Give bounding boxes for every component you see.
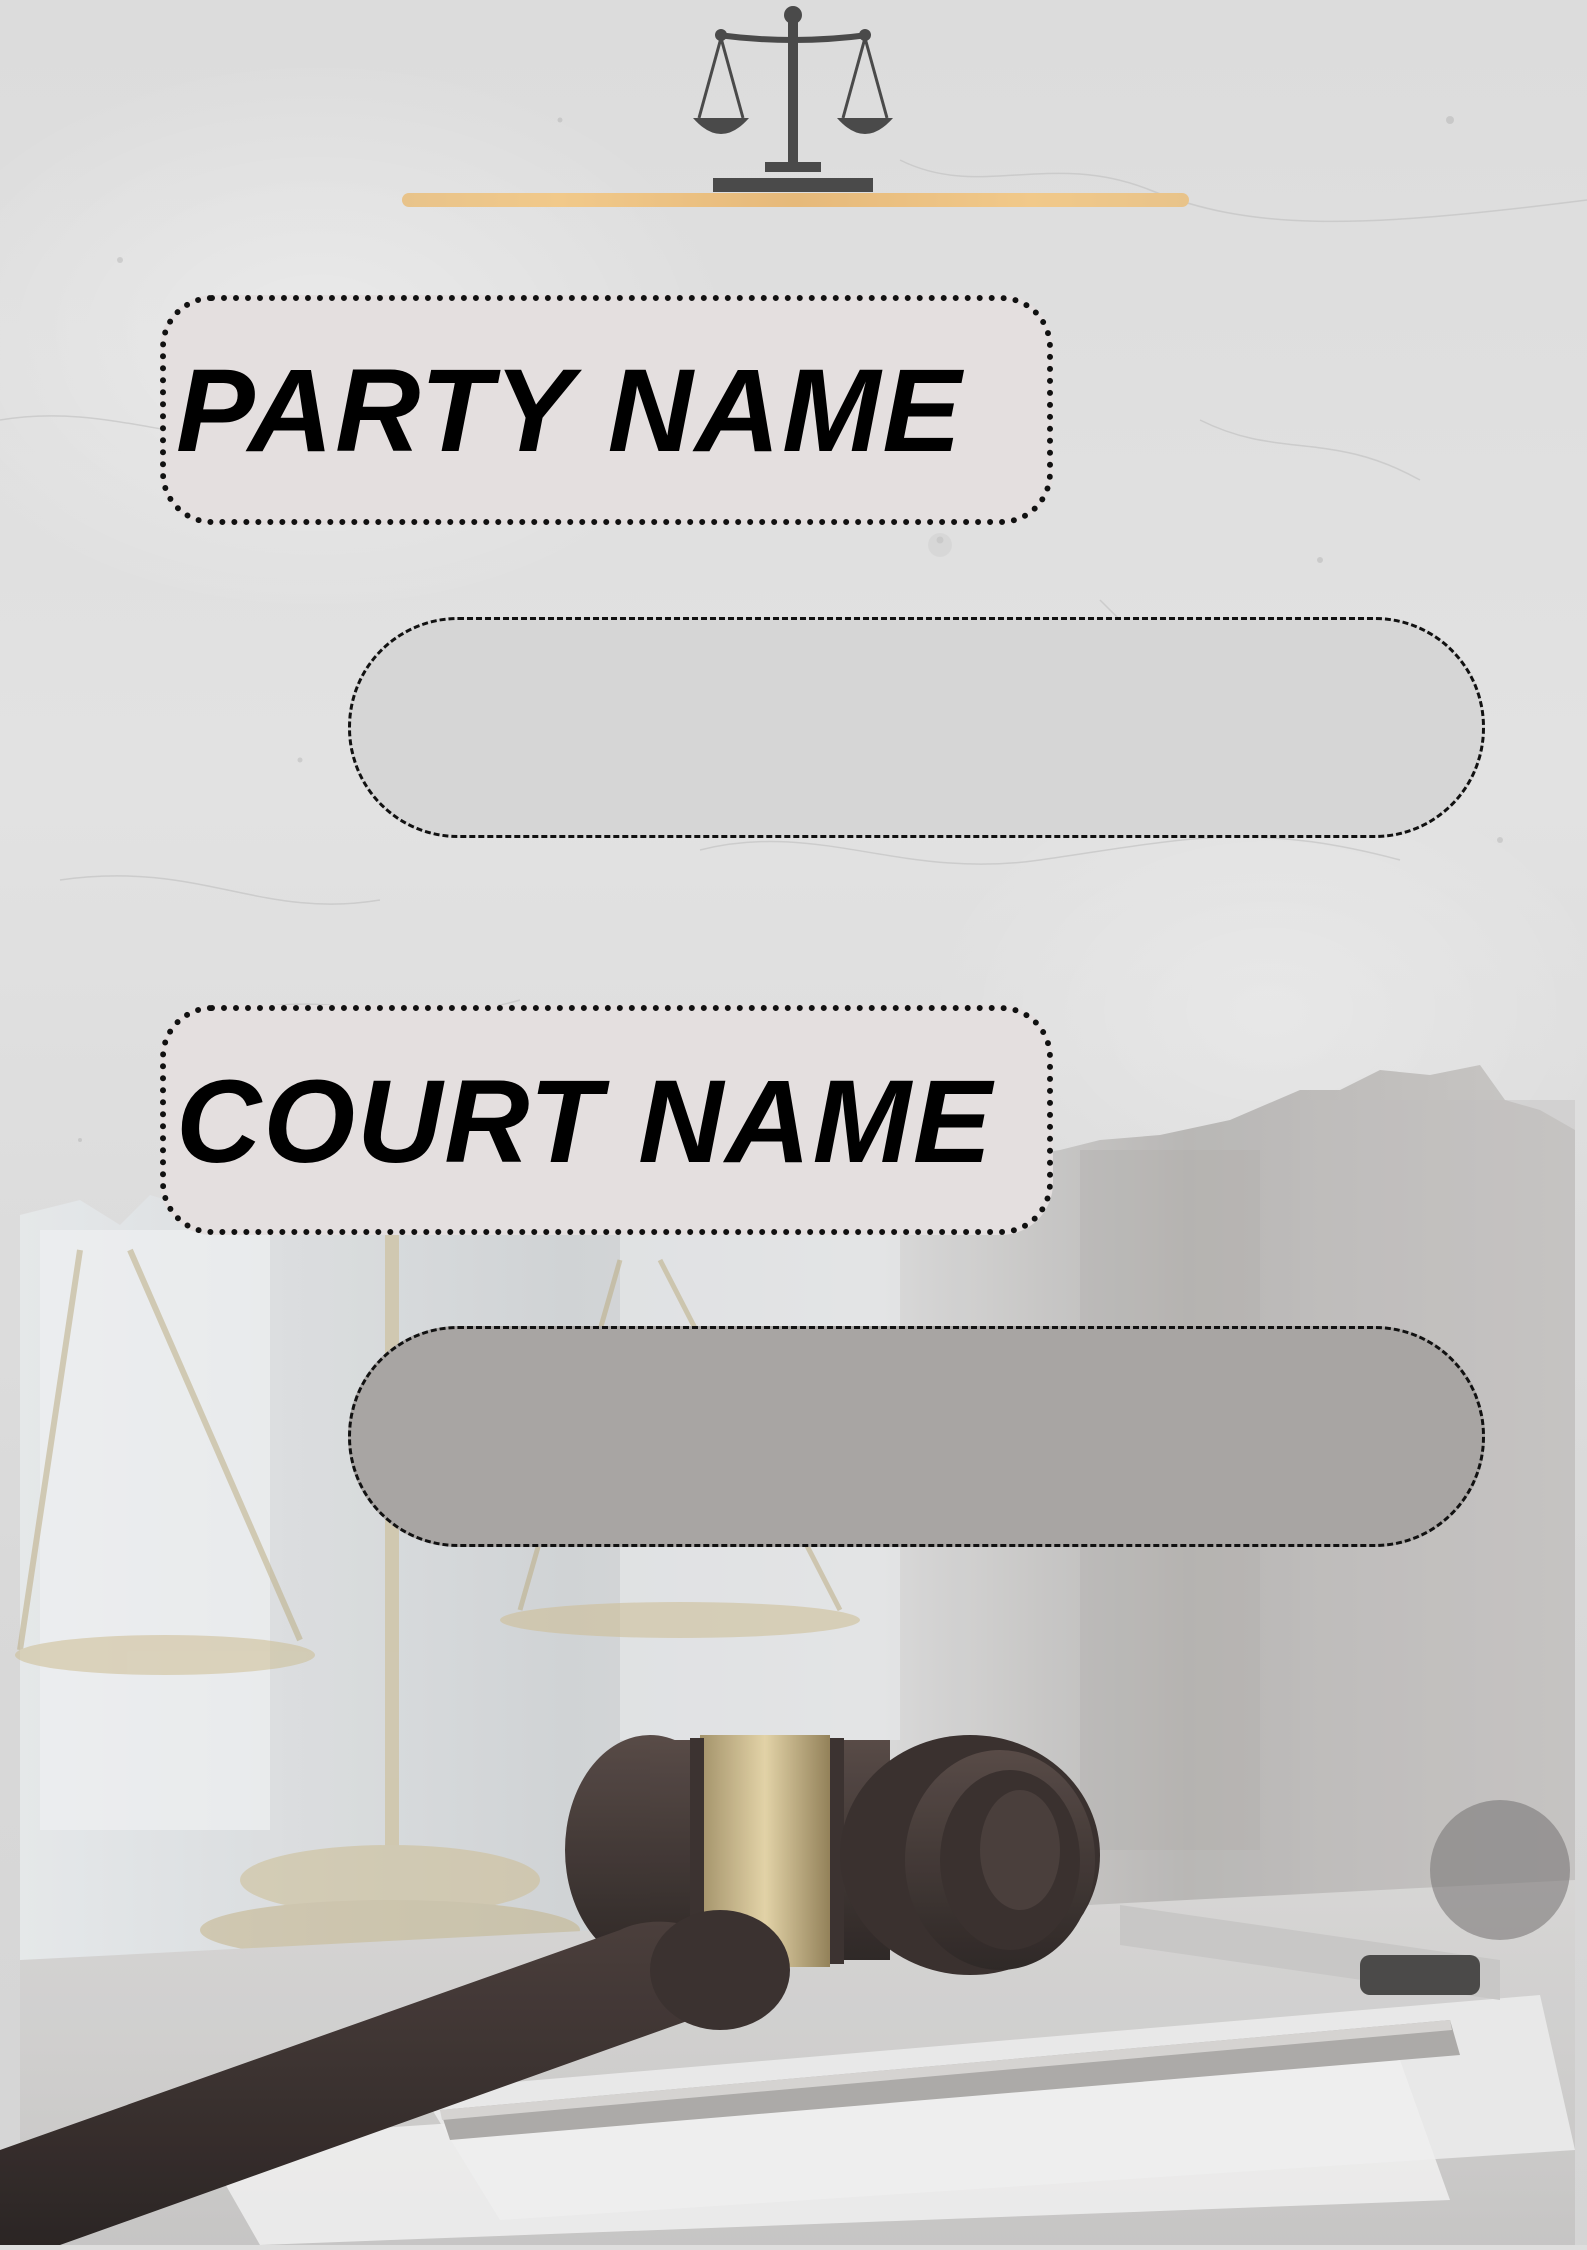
party-name-field[interactable] [348, 617, 1485, 838]
party-name-label: PARTY NAME [176, 345, 964, 477]
scales-of-justice-icon [693, 0, 893, 196]
court-name-label: COURT NAME [176, 1056, 994, 1188]
court-name-field[interactable] [348, 1326, 1485, 1547]
gold-divider [402, 193, 1189, 207]
